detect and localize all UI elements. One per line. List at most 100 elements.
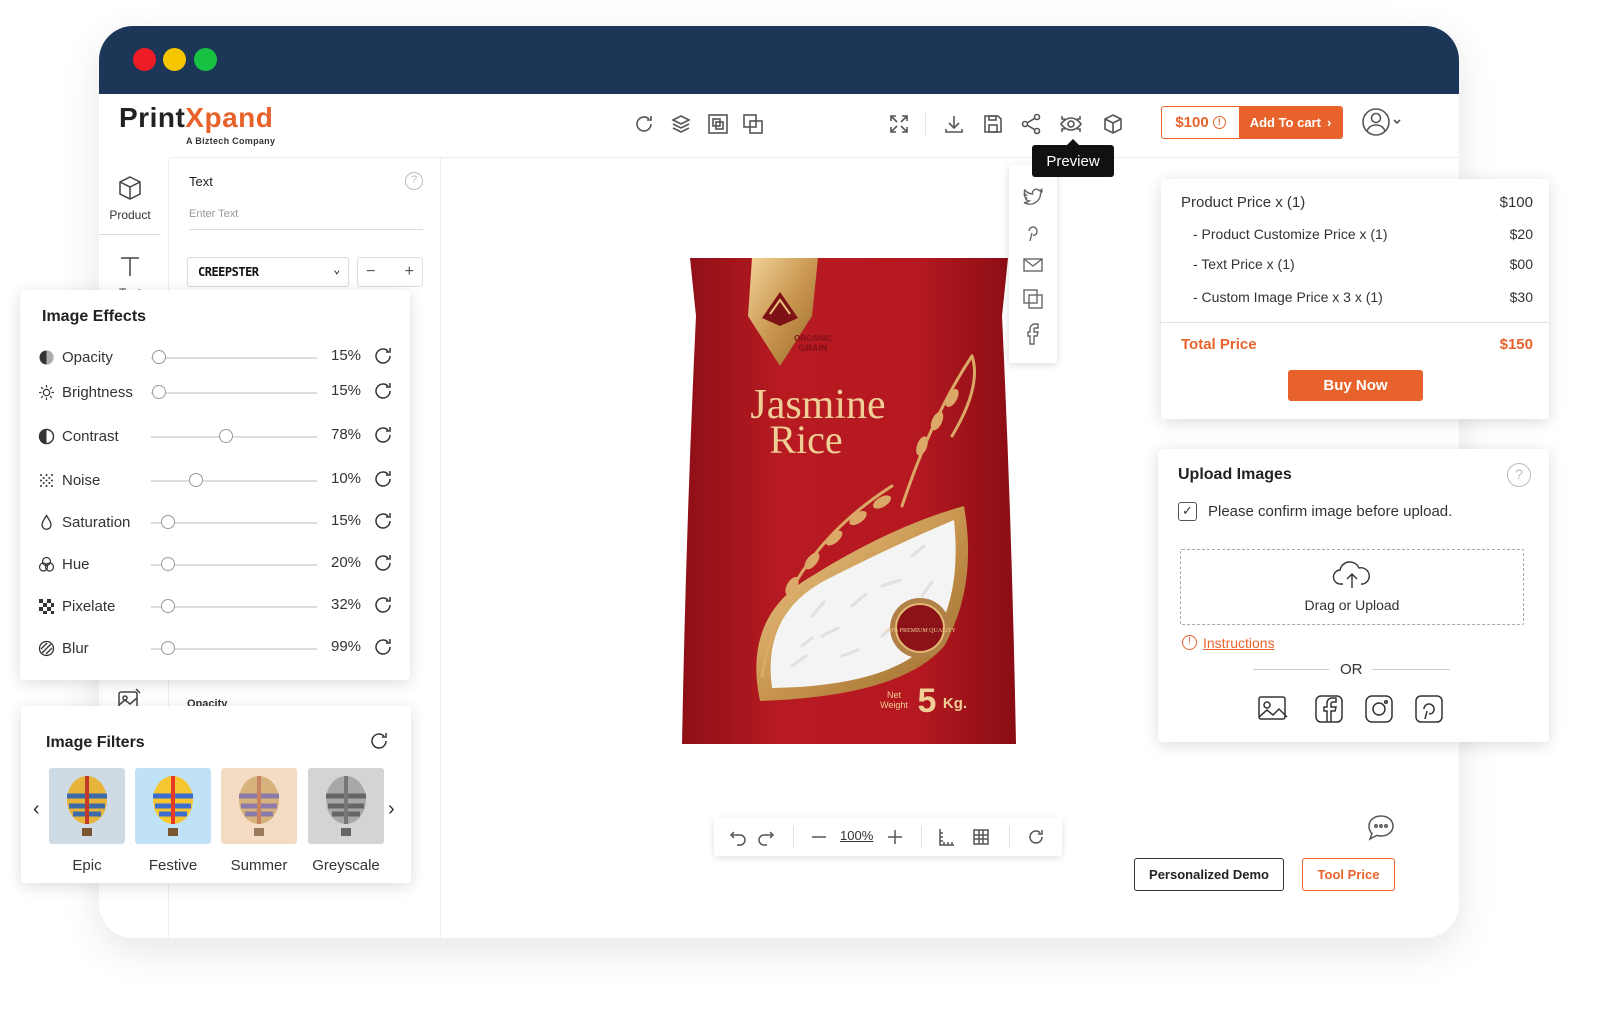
effect-slider[interactable] <box>151 436 317 438</box>
effect-label: Saturation <box>62 514 131 531</box>
price-row: - Text Price x (1) $00 <box>1193 256 1533 272</box>
nav-item-product[interactable]: Product <box>99 174 161 222</box>
minimize-window-button[interactable] <box>163 48 186 71</box>
reset-icon[interactable] <box>372 636 394 658</box>
reset-icon[interactable] <box>1026 827 1046 847</box>
chat-icon[interactable] <box>1365 812 1397 844</box>
zoom-level[interactable]: 100% <box>840 828 873 843</box>
facebook-icon[interactable] <box>1313 693 1345 725</box>
weight-label-net: Net <box>887 690 902 700</box>
effect-slider[interactable] <box>151 522 317 524</box>
ungroup-icon[interactable] <box>741 112 765 136</box>
filter-greyscale[interactable]: Greyscale <box>308 768 384 874</box>
gallery-icon[interactable] <box>1255 693 1288 725</box>
help-icon[interactable]: ? <box>1507 463 1531 487</box>
filter-label: Epic <box>72 857 102 874</box>
layers-icon[interactable] <box>669 112 693 136</box>
filter-thumbnail <box>49 768 125 844</box>
filter-epic[interactable]: Epic <box>49 768 125 874</box>
instagram-icon[interactable] <box>1363 693 1395 725</box>
plus-icon[interactable]: + <box>405 263 414 281</box>
maximize-window-button[interactable] <box>194 48 217 71</box>
reset-filters-icon[interactable] <box>368 730 390 752</box>
slider-handle[interactable] <box>152 385 167 399</box>
effect-row-hue: Hue 20% <box>38 552 398 576</box>
close-window-button[interactable] <box>133 48 156 71</box>
font-select[interactable]: CREEPSTER ⌄ <box>187 257 349 287</box>
fullscreen-icon[interactable] <box>887 112 911 136</box>
effect-slider[interactable] <box>151 564 317 566</box>
effect-slider[interactable] <box>151 606 317 608</box>
noise-icon <box>38 472 55 489</box>
chevron-left-icon[interactable]: ‹ <box>33 798 40 821</box>
minus-icon[interactable]: − <box>366 263 375 281</box>
twitter-icon[interactable] <box>1021 185 1045 209</box>
upload-images-panel: Upload Images ? ✓ Please confirm image b… <box>1158 449 1549 742</box>
logo: PrintXpand <box>119 102 274 133</box>
filter-summer[interactable]: Summer <box>221 768 297 874</box>
reset-icon[interactable] <box>372 380 394 402</box>
reset-icon[interactable] <box>372 345 394 367</box>
effect-value: 32% <box>331 596 362 613</box>
buy-now-button[interactable]: Buy Now <box>1288 370 1423 401</box>
zoom-in-icon[interactable] <box>885 827 905 847</box>
effect-slider[interactable] <box>151 480 317 482</box>
email-icon[interactable] <box>1021 253 1045 277</box>
effect-slider[interactable] <box>151 392 317 394</box>
effect-label: Brightness <box>62 384 133 401</box>
confirm-checkbox[interactable]: ✓ <box>1178 502 1197 521</box>
filter-label: Festive <box>148 857 198 874</box>
ruler-icon[interactable] <box>936 827 956 847</box>
font-size-stepper[interactable]: − + <box>357 257 423 287</box>
preview-eye-icon[interactable] <box>1059 112 1083 136</box>
copy-icon[interactable] <box>1021 287 1045 311</box>
filter-thumbnail <box>135 768 211 844</box>
user-menu[interactable] <box>1361 106 1407 138</box>
filter-thumbnail <box>308 768 384 844</box>
reset-icon[interactable] <box>372 552 394 574</box>
reset-icon[interactable] <box>372 510 394 532</box>
canvas-toolbar: 100% <box>714 818 1062 856</box>
pinterest-icon[interactable] <box>1413 693 1445 725</box>
grid-icon[interactable] <box>971 827 991 847</box>
download-icon[interactable] <box>942 112 966 136</box>
rotate-icon[interactable] <box>632 112 656 136</box>
reset-icon[interactable] <box>372 468 394 490</box>
slider-handle[interactable] <box>218 429 233 443</box>
slider-handle[interactable] <box>152 350 167 364</box>
effect-label: Noise <box>62 472 101 489</box>
slider-handle[interactable] <box>160 641 175 655</box>
save-icon[interactable] <box>981 112 1005 136</box>
reset-icon[interactable] <box>372 594 394 616</box>
product-image[interactable]: ORGANIC GRAIN Jasmine Rice 100% PREMIUM … <box>682 256 1016 746</box>
pinterest-icon[interactable] <box>1021 219 1045 243</box>
reset-icon[interactable] <box>372 424 394 446</box>
filter-festive[interactable]: Festive <box>135 768 211 874</box>
undo-icon[interactable] <box>728 827 748 847</box>
help-icon[interactable]: ? <box>405 172 423 190</box>
tool-price-button[interactable]: Tool Price <box>1302 858 1395 891</box>
facebook-icon[interactable] <box>1021 321 1045 345</box>
personalized-demo-button[interactable]: Personalized Demo <box>1134 858 1284 891</box>
image-filters-title: Image Filters <box>46 734 145 751</box>
slider-handle[interactable] <box>160 599 175 613</box>
effect-slider[interactable] <box>151 648 317 650</box>
effect-label: Blur <box>62 640 89 657</box>
instructions-link[interactable]: Instructions <box>1203 635 1275 651</box>
slider-handle[interactable] <box>188 473 203 487</box>
effect-slider[interactable] <box>151 357 317 359</box>
slider-handle[interactable] <box>160 515 175 529</box>
text-input[interactable]: Enter Text <box>189 208 423 230</box>
share-icon[interactable] <box>1019 112 1043 136</box>
add-to-cart-button[interactable]: $100! Add To cart › <box>1161 106 1343 139</box>
upload-dropzone[interactable]: Drag or Upload <box>1180 549 1524 625</box>
group-icon[interactable] <box>706 112 730 136</box>
pricing-panel: Product Price x (1) $100 - Product Custom… <box>1161 179 1549 419</box>
redo-icon[interactable] <box>756 827 776 847</box>
chevron-right-icon[interactable]: › <box>388 798 395 821</box>
3d-view-icon[interactable] <box>1101 112 1125 136</box>
pixelate-icon <box>38 598 55 615</box>
slider-handle[interactable] <box>160 557 175 571</box>
price-row: Product Price x (1) $100 <box>1181 194 1533 211</box>
zoom-out-icon[interactable] <box>809 827 829 847</box>
